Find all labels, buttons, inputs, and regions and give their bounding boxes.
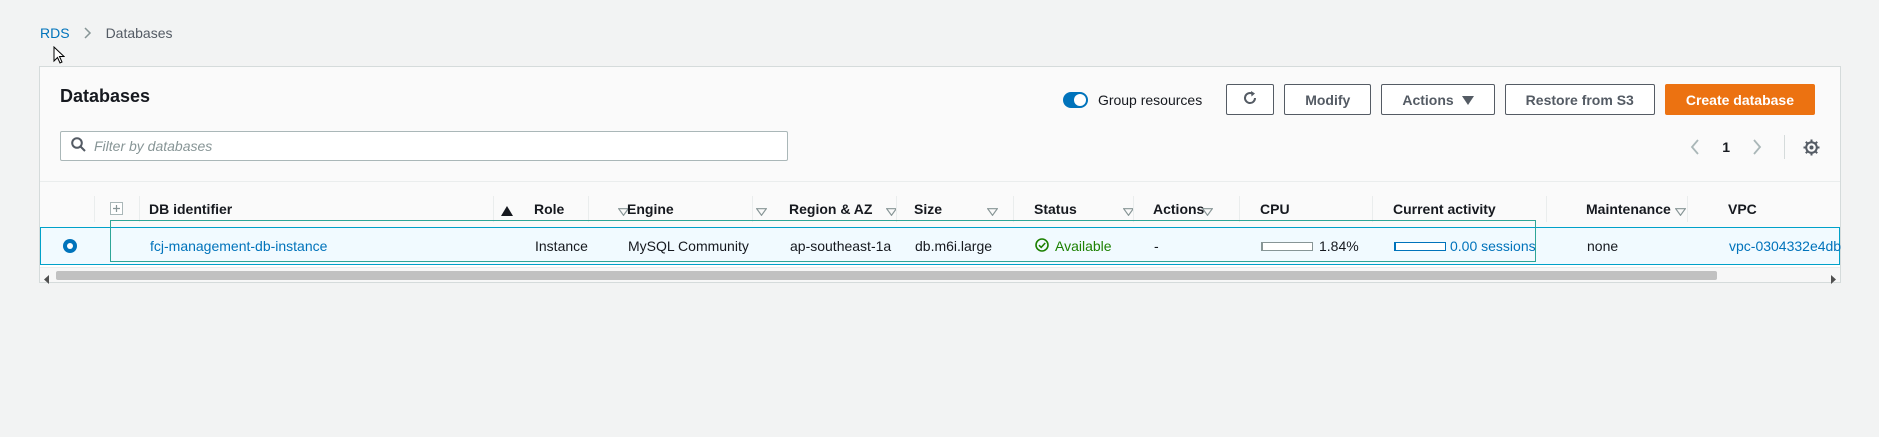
sort-ascending-icon: [501, 203, 513, 219]
activity-meter-fill: [1395, 242, 1396, 250]
cell-size: db.m6i.large: [915, 238, 993, 254]
chevron-right-icon: [84, 27, 92, 39]
row-select-radio-cell: [43, 228, 77, 264]
column-divider: [94, 196, 95, 222]
cell-maintenance: none: [1587, 238, 1619, 254]
header-cpu-label: CPU: [1260, 201, 1290, 217]
cell-cpu: 1.84%: [1241, 228, 1359, 264]
header-db-identifier-label: DB identifier: [149, 201, 233, 217]
column-divider: [588, 196, 589, 222]
breadcrumb: RDS Databases: [40, 25, 173, 41]
cell-actions: -: [1154, 238, 1159, 254]
current-page-number[interactable]: 1: [1722, 139, 1730, 155]
filter-databases-input[interactable]: [94, 133, 787, 159]
activity-sessions-link[interactable]: 0.00 sessions: [1450, 238, 1536, 254]
cell-region-az: ap-southeast-1a: [790, 238, 892, 254]
modify-button[interactable]: Modify: [1284, 84, 1372, 115]
header-actions-label: Actions: [1153, 201, 1205, 217]
cell-vpc: vpc-0304332e4db1fe: [1709, 228, 1841, 264]
header-status-label: Status: [1034, 201, 1077, 217]
toolbar: Group resources Modify Actions Restore f…: [1062, 84, 1815, 115]
cell-db-identifier: fcj-management-db-instance: [130, 228, 327, 264]
pagination: 1: [1690, 135, 1820, 159]
group-resources-label: Group resources: [1097, 91, 1203, 108]
status-text: Available: [1055, 238, 1112, 254]
row-select-radio[interactable]: [63, 239, 77, 253]
column-divider: [1546, 196, 1547, 222]
header-size-label: Size: [914, 201, 943, 217]
pager-divider: [1784, 135, 1785, 159]
vpc-link[interactable]: vpc-0304332e4db1fe: [1729, 238, 1841, 254]
header-region-label: Region & AZ: [789, 201, 873, 217]
status-badge: Available: [1035, 237, 1112, 255]
mouse-pointer-icon: [53, 45, 66, 67]
cpu-meter: [1261, 241, 1313, 251]
sort-icon: [1674, 203, 1687, 219]
cell-status: Available: [1015, 228, 1112, 264]
actions-dropdown-button[interactable]: Actions: [1381, 84, 1495, 115]
page-title: Databases: [60, 86, 151, 106]
header-role-label: Role: [534, 201, 565, 217]
refresh-button[interactable]: [1226, 84, 1275, 115]
group-resources-toggle-wrap: Group resources: [1062, 91, 1203, 108]
header-vpc-label: VPC: [1728, 201, 1757, 217]
actions-button-label: Actions: [1402, 91, 1454, 108]
refresh-icon: [1242, 90, 1258, 109]
expand-all-icon[interactable]: [110, 202, 123, 218]
horizontal-scrollbar[interactable]: [40, 267, 1840, 284]
cpu-value: 1.84%: [1319, 238, 1359, 254]
header-maintenance-label: Maintenance: [1586, 201, 1671, 217]
table-row[interactable]: fcj-management-db-instance Instance MySQ…: [40, 227, 1841, 265]
check-circle-icon: [1035, 237, 1049, 255]
databases-panel: Databases Group resources Modify Actions…: [39, 66, 1841, 284]
group-resources-toggle[interactable]: [1062, 91, 1088, 108]
scroll-right-icon[interactable]: [1830, 271, 1836, 287]
activity-meter: [1394, 241, 1446, 251]
caret-down-icon: [1461, 92, 1474, 108]
next-page-icon[interactable]: [1752, 139, 1762, 155]
cell-current-activity: 0.00 sessions: [1374, 228, 1536, 264]
filter-field: [60, 131, 788, 161]
scrollbar-thumb[interactable]: [56, 271, 1717, 280]
sort-icon: [986, 203, 999, 219]
gear-icon[interactable]: [1803, 139, 1820, 156]
db-identifier-link[interactable]: fcj-management-db-instance: [150, 238, 327, 254]
column-divider: [752, 196, 753, 222]
breadcrumb-current: Databases: [105, 25, 173, 41]
sort-icon: [755, 203, 768, 219]
header-activity-label: Current activity: [1393, 201, 1496, 217]
breadcrumb-rds-link[interactable]: RDS: [40, 25, 70, 41]
search-icon: [71, 137, 86, 155]
sort-icon: [1201, 203, 1214, 219]
column-divider: [1687, 196, 1688, 222]
previous-page-icon[interactable]: [1690, 139, 1700, 155]
restore-from-s3-button[interactable]: Restore from S3: [1504, 84, 1655, 115]
column-divider: [493, 196, 494, 222]
cell-engine: MySQL Community: [628, 238, 749, 254]
cell-role: Instance: [535, 238, 588, 254]
scroll-left-icon[interactable]: [44, 271, 50, 287]
cpu-meter-fill: [1262, 242, 1263, 250]
create-database-button[interactable]: Create database: [1664, 84, 1815, 115]
header-engine-label: Engine: [627, 201, 674, 217]
